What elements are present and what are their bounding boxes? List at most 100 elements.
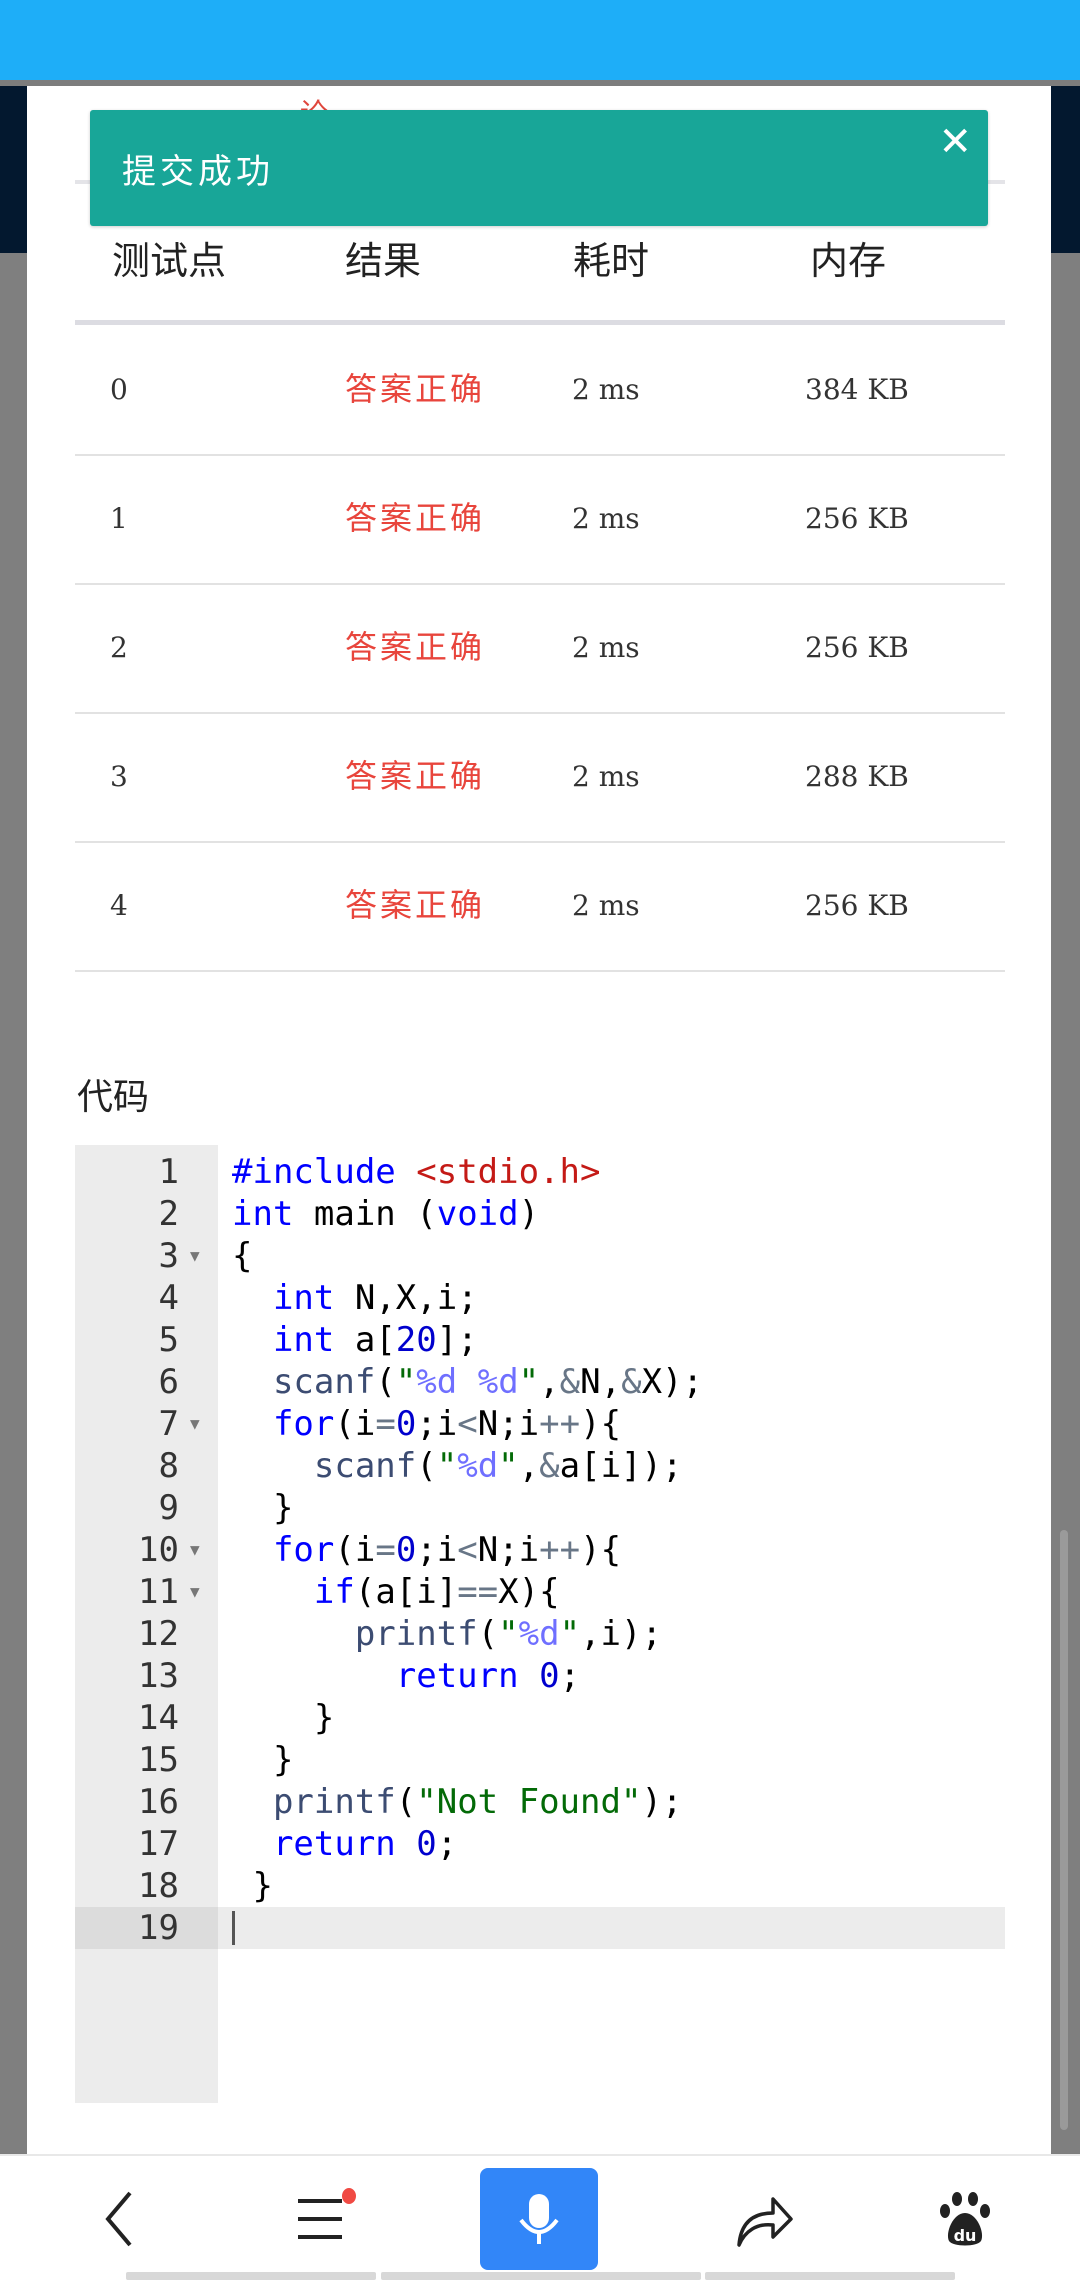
code-text: return 0; [272,1824,458,1864]
code-text: { [232,1236,253,1276]
result-status: 答案正确 [345,886,486,924]
result-status: 答案正确 [345,370,486,408]
code-line[interactable]: 12 printf("%d",i); [75,1613,1005,1655]
microphone-icon [519,2194,559,2244]
close-icon[interactable]: ✕ [938,122,972,162]
time-value: 2 ms [572,373,640,406]
code-text: } [232,1698,335,1738]
line-number: 16 [138,1782,179,1822]
gesture-handle [381,2272,701,2280]
code-line[interactable]: 6 scanf("%d %d",&N,&X); [75,1361,1005,1403]
code-line[interactable]: 10 ▼ for(i=0;i<N;i++){ [75,1529,1005,1571]
code-line[interactable]: 3 ▼ { [75,1235,1005,1277]
code-line[interactable]: 18 } [75,1865,1005,1907]
code-line[interactable]: 13 return 0; [75,1655,1005,1697]
header-result: 结果 [345,239,422,283]
success-toast: 提交成功 ✕ [90,110,988,226]
table-row: 4 答案正确 2 ms 256 KB [75,841,1005,972]
code-line[interactable]: 15 } [75,1739,1005,1781]
code-editor[interactable]: 1 #include <stdio.h> 2 int main (void) 3 ▼ {4 … [75,1145,1005,2103]
baidu-paw-icon: du [940,2192,990,2246]
code-text: int N,X,i; [272,1278,478,1318]
line-number: 8 [158,1446,179,1486]
code-text: #include <stdio.h> [232,1152,601,1192]
result-status: 答案正确 [345,499,486,537]
code-line[interactable]: 4 int N,X,i; [75,1277,1005,1319]
fold-arrow-icon[interactable]: ▼ [190,1529,200,1571]
line-number: 13 [138,1656,179,1696]
test-point-id: 2 [110,631,128,664]
line-number: 2 [158,1194,179,1234]
code-text: scanf("%d",&a[i]); [313,1446,683,1486]
code-line[interactable]: 17 return 0; [75,1823,1005,1865]
code-text: for(i=0;i<N;i++){ [272,1530,622,1570]
share-icon [737,2197,793,2247]
test-point-id: 1 [110,502,128,535]
time-value: 2 ms [572,502,640,535]
menu-button[interactable] [280,2156,360,2282]
line-number: 17 [138,1824,179,1864]
code-text: scanf("%d %d",&N,&X); [272,1362,703,1402]
line-number: 11 [138,1572,179,1612]
code-text: } [232,1866,273,1906]
code-line[interactable]: 11 ▼ if(a[i]==X){ [75,1571,1005,1613]
code-text: printf("Not Found"); [272,1782,683,1822]
code-line[interactable]: 8 scanf("%d",&a[i]); [75,1445,1005,1487]
line-number: 6 [158,1362,179,1402]
code-line[interactable]: 16 printf("Not Found"); [75,1781,1005,1823]
fold-arrow-icon[interactable]: ▼ [190,1571,200,1613]
status-bar [0,0,1080,80]
test-point-id: 4 [110,889,128,922]
result-status: 答案正确 [345,757,486,795]
table-row: 2 答案正确 2 ms 256 KB [75,583,1005,714]
code-label: 代码 [77,1077,150,1118]
header-time: 耗时 [573,239,650,283]
notification-dot [342,2188,356,2204]
code-text: int a[20]; [272,1320,478,1360]
memory-value: 256 KB [805,502,909,535]
line-number: 12 [138,1614,179,1654]
table-row: 1 答案正确 2 ms 256 KB [75,454,1005,585]
memory-value: 256 KB [805,889,909,922]
code-line[interactable]: 5 int a[20]; [75,1319,1005,1361]
voice-search-button[interactable] [480,2168,598,2270]
code-text: printf("%d",i); [354,1614,662,1654]
memory-value: 288 KB [805,760,909,793]
line-number: 19 [75,1907,179,1949]
time-value: 2 ms [572,760,640,793]
line-number: 3 [158,1236,179,1276]
menu-icon [298,2199,342,2239]
line-number: 7 [158,1404,179,1444]
line-number: 10 [138,1530,179,1570]
code-text: } [232,1488,294,1528]
table-row: 3 答案正确 2 ms 288 KB [75,712,1005,843]
code-line[interactable]: 1 #include <stdio.h> [75,1151,1005,1193]
code-line[interactable]: 9 } [75,1487,1005,1529]
gesture-handle [705,2272,955,2280]
line-number: 1 [158,1152,179,1192]
header-memory: 内存 [810,239,887,283]
baidu-button[interactable]: du [920,2156,1010,2282]
code-line[interactable]: 19 [75,1907,1005,1949]
code-text: } [232,1740,294,1780]
time-value: 2 ms [572,889,640,922]
memory-value: 256 KB [805,631,909,664]
result-status: 答案正确 [345,628,486,666]
text-cursor [232,1911,235,1945]
code-line[interactable]: 7 ▼ for(i=0;i<N;i++){ [75,1403,1005,1445]
code-line[interactable]: 2 int main (void) [75,1193,1005,1235]
fold-arrow-icon[interactable]: ▼ [190,1403,200,1445]
share-button[interactable] [720,2156,810,2282]
code-line[interactable]: 14 } [75,1697,1005,1739]
gesture-handle [126,2272,376,2280]
line-number: 18 [138,1866,179,1906]
back-button[interactable] [80,2156,160,2282]
fold-arrow-icon[interactable]: ▼ [190,1235,200,1277]
toast-message: 提交成功 [122,152,274,192]
header-test-point: 测试点 [112,239,227,283]
table-row: 0 答案正确 2 ms 384 KB [75,325,1005,456]
test-point-id: 3 [110,760,128,793]
line-number: 15 [138,1740,179,1780]
line-number: 4 [158,1278,179,1318]
scrollbar[interactable] [1060,1530,1068,2130]
